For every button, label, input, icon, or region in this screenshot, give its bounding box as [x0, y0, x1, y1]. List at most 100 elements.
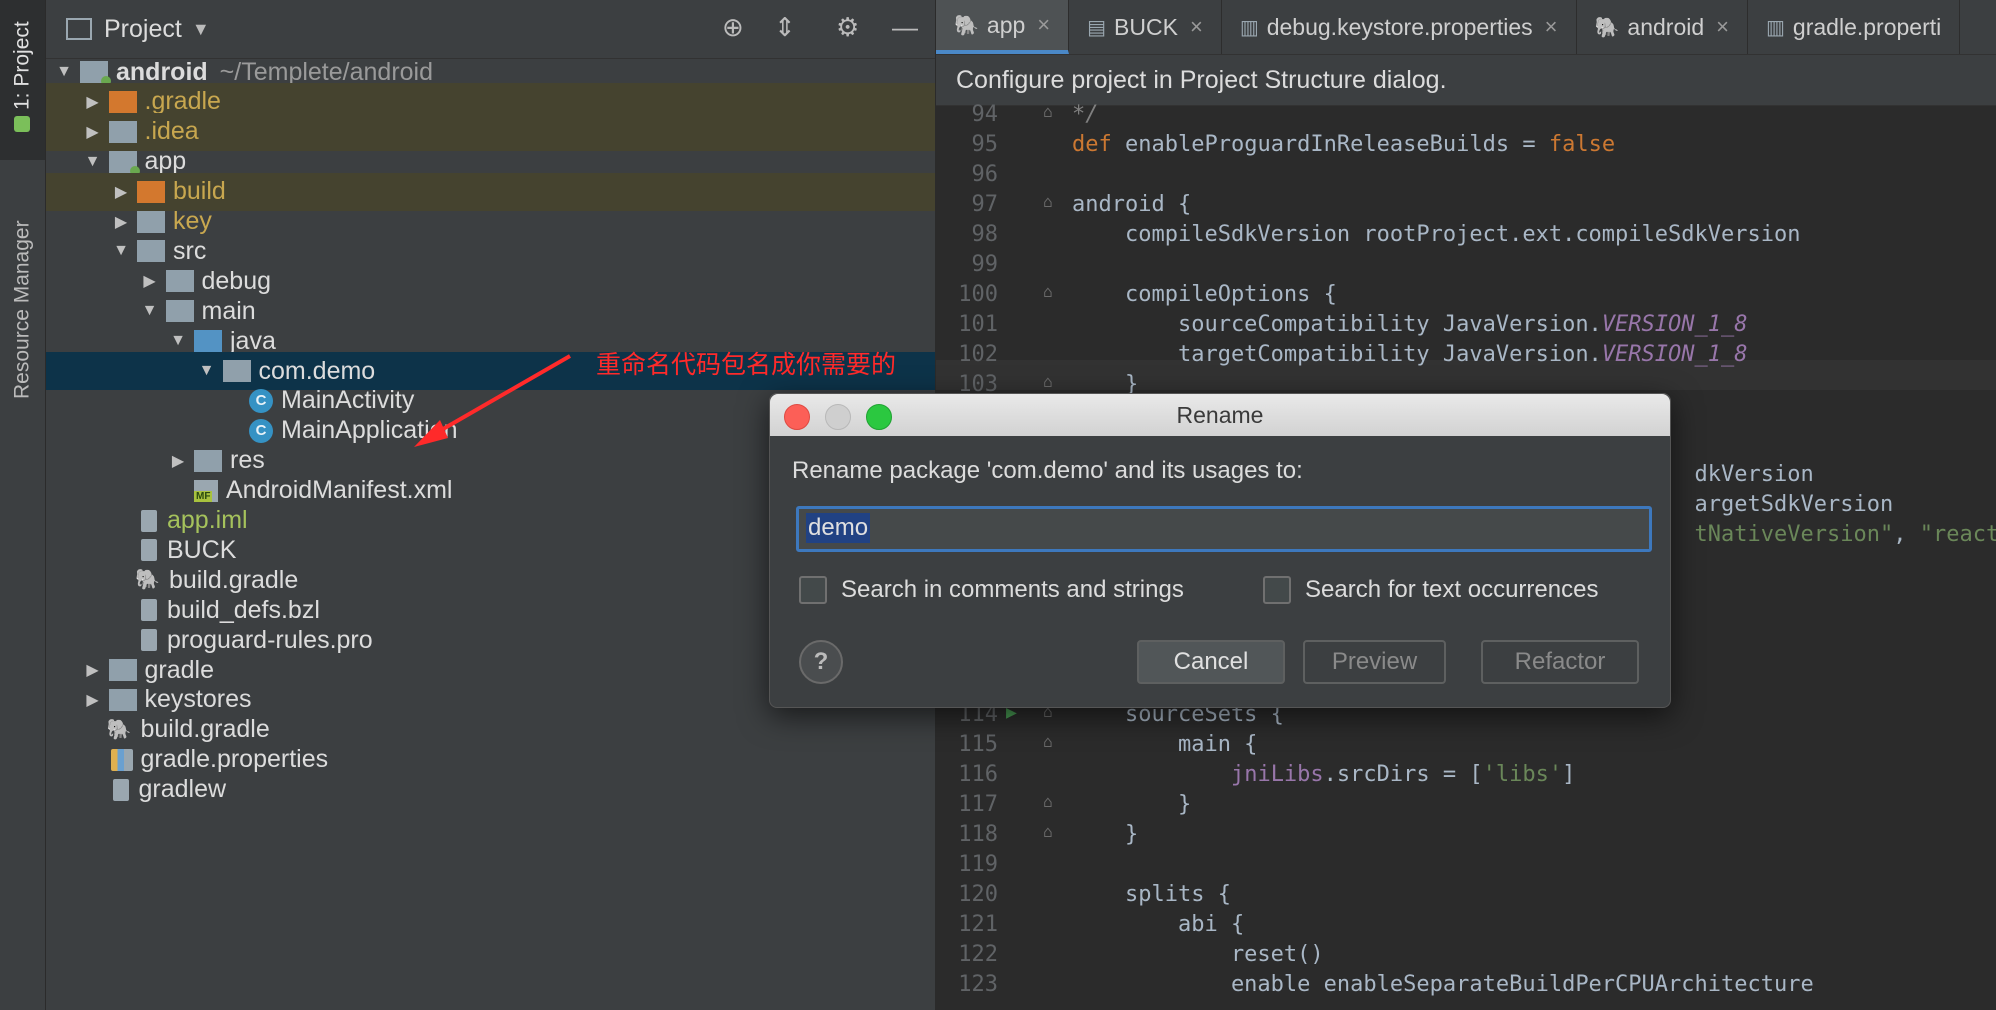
chevron-right-icon[interactable]: ▶ [168, 451, 188, 471]
code-line: 99 [936, 252, 1996, 282]
editor-tab-label: android [1627, 13, 1705, 40]
maximize-window-button[interactable] [866, 404, 892, 430]
code-text: reset() [1072, 942, 1324, 967]
code-line: 94 ⌂ */ [936, 102, 1996, 132]
search-text-checkbox[interactable]: Search for text occurrences [1263, 576, 1598, 604]
class-icon: C [249, 388, 273, 413]
gradle-elephant-icon: 🐘 [954, 14, 979, 37]
locate-icon[interactable]: ⊕ [722, 12, 744, 43]
code-text: abi { [1072, 912, 1245, 937]
resource-manager-tab-label: Resource Manager [10, 220, 34, 400]
chevron-down-icon[interactable]: ▼ [168, 332, 188, 350]
chevron-right-icon[interactable]: ▶ [111, 212, 131, 232]
project-tool-tab-label: 1: Project [10, 21, 34, 111]
chevron-down-icon[interactable]: ▼ [140, 302, 160, 320]
preview-button[interactable]: Preview [1303, 640, 1446, 684]
chevron-right-icon[interactable]: ▶ [83, 660, 103, 680]
editor-tab[interactable]: 🐘 app × [936, 0, 1070, 54]
chevron-down-icon[interactable]: ▼ [197, 362, 217, 380]
editor-tab-label: app [986, 11, 1026, 38]
help-button[interactable]: ? [799, 640, 843, 684]
tree-item[interactable]: gradlew [46, 771, 935, 809]
cancel-button[interactable]: Cancel [1137, 640, 1285, 684]
editor-tab[interactable]: 🐘 android × [1577, 0, 1749, 54]
close-icon[interactable]: × [1037, 12, 1050, 38]
code-line: 115 ⌂ main { [936, 732, 1996, 762]
folder-icon [108, 659, 137, 681]
line-number: 122 [958, 942, 998, 967]
annotation-text: 重命名代码包名成你需要的 [596, 351, 897, 379]
properties-icon [110, 748, 133, 771]
code-text: main { [1072, 732, 1258, 757]
chevron-right-icon[interactable]: ▶ [140, 271, 160, 291]
line-number: 123 [958, 972, 998, 997]
close-window-button[interactable] [784, 404, 810, 430]
code-line: 102 targetCompatibility JavaVersion.VERS… [936, 342, 1996, 372]
fold-icon[interactable]: ⌂ [1036, 192, 1060, 211]
code-text: compileSdkVersion rootProject.ext.compil… [1072, 222, 1801, 247]
tool-window-strip: 1: Project Resource Manager [0, 0, 46, 1010]
folder-icon [80, 61, 111, 86]
rename-prompt: Rename package 'com.demo' and its usages… [792, 457, 1303, 484]
close-icon[interactable]: × [1545, 14, 1558, 40]
code-text: enable enableSeparateBuildPerCPUArchitec… [1072, 972, 1814, 997]
chevron-right-icon[interactable]: ▶ [83, 92, 103, 112]
chevron-right-icon[interactable]: ▶ [83, 122, 103, 142]
code-line: 121 abi { [936, 912, 1996, 942]
editor-tab[interactable]: ▥ debug.keystore.properties × [1222, 0, 1577, 54]
line-number: 120 [958, 882, 998, 907]
search-comments-checkbox[interactable]: Search in comments and strings [799, 576, 1184, 604]
project-view-selector[interactable]: Project [104, 15, 182, 44]
fold-icon[interactable]: ⌂ [1036, 282, 1060, 301]
code-line: 97 ⌂ android { [936, 192, 1996, 222]
file-icon [141, 629, 157, 652]
checkbox-box[interactable] [799, 576, 827, 604]
checkbox-box[interactable] [1263, 576, 1291, 604]
line-number: 98 [971, 222, 999, 247]
file-icon [141, 599, 157, 622]
file-icon [141, 539, 157, 562]
gear-icon[interactable]: ⚙ [836, 12, 859, 43]
file-icon: ▤ [1087, 16, 1107, 39]
fold-icon[interactable]: ⌂ [1036, 732, 1060, 751]
code-line: 119 [936, 852, 1996, 882]
fold-icon[interactable]: ⌂ [1036, 792, 1060, 811]
fold-icon[interactable]: ⌂ [1036, 822, 1060, 841]
folder-icon [137, 210, 165, 233]
folder-icon [108, 90, 137, 113]
close-icon[interactable]: × [1190, 14, 1203, 40]
editor-tabs: 🐘 app × ▤ BUCK × ▥ debug.keystore.properties × 🐘 a… [936, 0, 1996, 55]
hide-panel-icon[interactable]: — [892, 12, 918, 43]
code-line: 116 jniLibs.srcDirs = ['libs'] [936, 762, 1996, 792]
fold-icon[interactable]: ⌂ [1036, 102, 1060, 121]
project-tool-tab[interactable]: 1: Project [0, 0, 45, 160]
chevron-right-icon[interactable]: ▶ [83, 690, 103, 710]
editor-tab-label: gradle.properti [1792, 13, 1942, 40]
minimize-window-button[interactable] [825, 404, 851, 430]
editor-tab[interactable]: ▥ gradle.properti [1748, 0, 1961, 54]
package-name-input[interactable] [796, 506, 1652, 552]
resource-manager-tab[interactable]: Resource Manager [0, 195, 45, 425]
chevron-right-icon[interactable]: ▶ [111, 182, 131, 202]
line-number: 96 [971, 162, 999, 187]
collapse-all-icon[interactable]: ⇕ [774, 12, 796, 43]
chevron-down-icon[interactable]: ▼ [83, 153, 103, 171]
line-number: 118 [958, 822, 998, 847]
folder-icon [108, 150, 140, 176]
line-number: 101 [958, 312, 998, 337]
file-icon [141, 509, 157, 532]
code-line: 98 compileSdkVersion rootProject.ext.com… [936, 222, 1996, 252]
close-icon[interactable]: × [1716, 14, 1729, 40]
editor-tab[interactable]: ▤ BUCK × [1069, 0, 1222, 54]
editor-tab-label: BUCK [1114, 13, 1178, 40]
refactor-button[interactable]: Refactor [1481, 640, 1639, 684]
line-number: 95 [971, 132, 999, 157]
rename-dialog: Rename Rename package 'com.demo' and its… [769, 393, 1671, 708]
properties-icon: ▥ [1239, 16, 1259, 39]
chevron-down-icon[interactable]: ▼ [54, 63, 74, 81]
line-number: 100 [958, 282, 998, 307]
fold-icon[interactable]: ⌂ [1036, 372, 1060, 391]
chevron-down-icon[interactable]: ▼ [192, 19, 210, 40]
package-name-input-value: demo [806, 513, 871, 543]
chevron-down-icon[interactable]: ▼ [111, 242, 131, 260]
